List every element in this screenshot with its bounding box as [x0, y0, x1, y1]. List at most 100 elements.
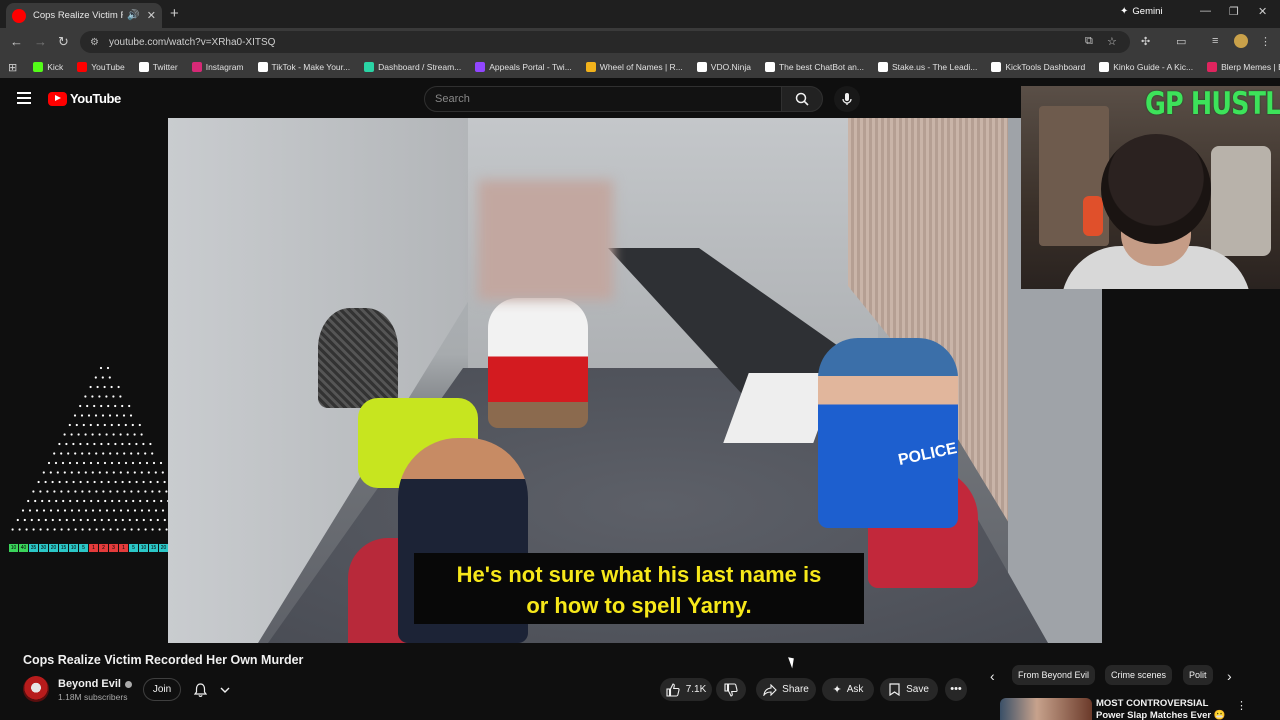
save-button[interactable]: Save	[880, 678, 938, 701]
bookmark-star-icon[interactable]: ☆	[1107, 35, 1117, 48]
visualizer-dot	[101, 414, 105, 417]
recommended-thumbnail[interactable]	[1000, 698, 1092, 720]
dislike-button[interactable]	[716, 678, 746, 701]
bookmark-item[interactable]: KickTools Dashboard	[991, 62, 1085, 72]
visualizer-dot	[144, 490, 147, 493]
visualizer-dot	[48, 499, 51, 503]
visualizer-dot	[104, 499, 107, 503]
visualizer-dot	[149, 442, 152, 446]
speaker-icon[interactable]: 🔊	[127, 10, 139, 21]
visualizer-dot	[119, 471, 122, 474]
chip-politics[interactable]: Polit	[1183, 665, 1213, 685]
visualizer-dot	[72, 518, 75, 522]
video-blurred-face	[478, 180, 613, 300]
search-input[interactable]: Search	[424, 86, 782, 112]
close-tab-icon[interactable]: ✕	[147, 9, 156, 22]
extensions-icon[interactable]: ✣	[1141, 35, 1150, 48]
visualizer-dot	[42, 471, 45, 474]
back-arrow-icon[interactable]: ←	[10, 34, 23, 49]
channel-name-row[interactable]: Beyond Evil	[58, 678, 132, 690]
visualizer-dot	[56, 509, 60, 512]
bookmark-label: Twitter	[152, 62, 178, 72]
url-field[interactable]: ⚙ youtube.com/watch?v=XRha0-XITSQ	[80, 31, 1130, 53]
visualizer-dot	[151, 528, 154, 531]
profile-avatar[interactable]	[1234, 34, 1248, 48]
bookmark-item[interactable]: Blerp Memes | Best...	[1207, 62, 1280, 72]
cast-icon[interactable]: ▭	[1176, 35, 1186, 48]
bookmark-label: VDO.Ninja	[710, 62, 751, 72]
more-actions-button[interactable]: •••	[945, 678, 967, 701]
visualizer-dot	[95, 528, 98, 531]
close-window-icon[interactable]: ✕	[1258, 5, 1267, 18]
tiktok-icon	[257, 62, 268, 72]
share-button[interactable]: Share	[756, 678, 816, 701]
restore-icon[interactable]: ❐	[1229, 5, 1239, 18]
visualizer-dot	[99, 366, 103, 370]
bookmark-item[interactable]: YouTube	[77, 62, 125, 72]
reload-icon[interactable]: ↻	[58, 34, 69, 50]
new-tab-icon[interactable]: +	[170, 5, 179, 22]
blerp-icon	[1207, 62, 1218, 72]
search-button[interactable]	[781, 86, 823, 112]
notification-bell-button[interactable]	[188, 678, 236, 701]
bookmark-item[interactable]: Stake.us - The Leadi...	[878, 62, 977, 72]
visualizer-dot	[84, 395, 87, 398]
visualizer-dot	[161, 471, 164, 474]
menu-kebab-icon[interactable]: ⋮	[1260, 35, 1271, 48]
subtitle-line-1: He's not sure what his last name is	[456, 562, 822, 587]
join-button[interactable]: Join	[143, 678, 181, 701]
bookmark-item[interactable]: Dashboard / Stream...	[364, 62, 461, 72]
visualizer-dot	[84, 433, 87, 436]
visualizer-dot	[110, 385, 113, 389]
recommended-more-icon[interactable]: ⋮	[1236, 699, 1247, 712]
like-button[interactable]: 7.1K	[660, 678, 712, 701]
youtube-logo[interactable]: YouTube	[48, 91, 121, 106]
apps-grid-icon[interactable]: ⊞	[8, 61, 17, 74]
video-seated-person	[488, 298, 588, 428]
visualizer-dot	[102, 528, 105, 531]
gemini-button[interactable]: ✦ Gemini	[1120, 6, 1162, 17]
chips-right-arrow-icon[interactable]: ›	[1227, 668, 1232, 684]
voice-search-button[interactable]	[834, 86, 860, 112]
bookmark-item[interactable]: The best ChatBot an...	[764, 62, 864, 72]
recommended-title[interactable]: MOST CONTROVERSIAL Power Slap Matches Ev…	[1096, 698, 1236, 720]
visualizer-dot	[117, 423, 120, 427]
thumbs-up-icon	[666, 682, 680, 697]
chip-crime-scenes[interactable]: Crime scenes	[1105, 665, 1173, 685]
visualizer-dot	[49, 509, 53, 512]
chip-from-channel[interactable]: From Beyond Evil	[1012, 665, 1096, 685]
browser-tab-strip: Cops Realize Victim Recorde 🔊 ✕ + ✦ Gemi…	[0, 0, 1280, 28]
vdo-icon	[696, 62, 707, 72]
twitch-icon	[475, 62, 486, 72]
bookmark-item[interactable]: Kinko Guide - A Kic...	[1099, 62, 1193, 72]
hamburger-menu-icon[interactable]	[17, 92, 31, 104]
minimize-icon[interactable]: —	[1200, 5, 1211, 17]
video-subtitle: He's not sure what his last name is or h…	[414, 553, 864, 624]
visualizer-dot	[133, 509, 137, 512]
bookmark-item[interactable]: VDO.Ninja	[696, 62, 751, 72]
browser-tab-active[interactable]: Cops Realize Victim Recorde 🔊 ✕	[6, 3, 162, 28]
visualizer-dot	[75, 423, 78, 427]
chips-left-arrow-icon[interactable]: ‹	[990, 668, 995, 684]
channel-name[interactable]: Beyond Evil	[58, 678, 121, 690]
site-info-icon[interactable]: ⚙	[90, 37, 99, 48]
forward-arrow-icon[interactable]: →	[34, 34, 47, 49]
youtube-icon	[77, 62, 88, 72]
ask-button[interactable]: ✦ Ask	[822, 678, 874, 701]
channel-avatar[interactable]	[23, 676, 49, 702]
bookmark-item[interactable]: Kick	[33, 62, 63, 72]
bookmark-item[interactable]: Wheel of Names | R...	[585, 62, 683, 72]
bookmark-item[interactable]: Appeals Portal - Twi...	[475, 62, 572, 72]
bookmark-label: Dashboard / Stream...	[378, 62, 462, 72]
visualizer-dot	[91, 433, 94, 436]
bookmark-item[interactable]: Instagram	[191, 62, 244, 72]
bookmark-item[interactable]: TikTok - Make Your...	[257, 62, 350, 72]
visualizer-dot	[86, 518, 89, 522]
install-app-icon[interactable]: ⧉	[1085, 35, 1093, 48]
media-controls-icon[interactable]: ≡	[1212, 35, 1218, 47]
visualizer-dot	[142, 442, 145, 446]
visualizer-dot	[131, 461, 135, 465]
microphone-icon	[842, 93, 852, 105]
subscriber-count: 1.18M subscribers	[58, 692, 128, 702]
bookmark-item[interactable]: Twitter	[138, 62, 178, 72]
